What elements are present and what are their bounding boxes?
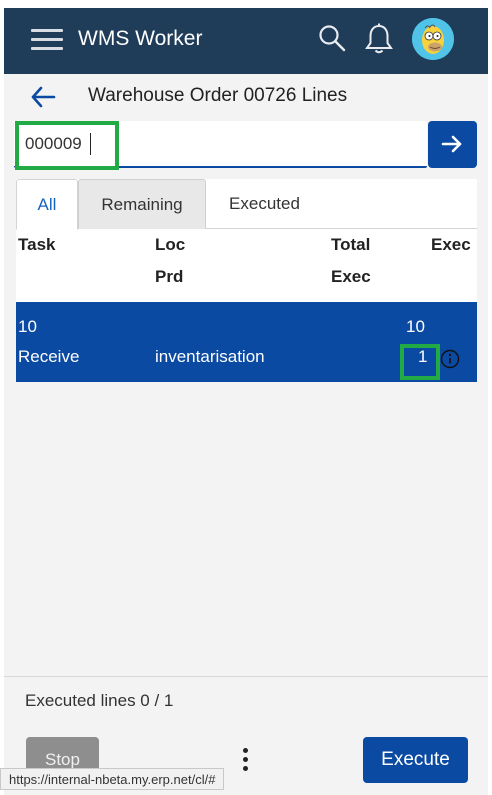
execute-button[interactable]: Execute bbox=[363, 737, 468, 783]
menu-icon[interactable] bbox=[31, 26, 63, 54]
tab-all[interactable]: All bbox=[16, 179, 78, 230]
scan-input[interactable] bbox=[15, 121, 426, 166]
info-icon[interactable] bbox=[440, 349, 460, 369]
row-total: 10 bbox=[406, 317, 425, 336]
header-task: Task bbox=[18, 235, 56, 254]
header-loc: Loc bbox=[155, 235, 186, 254]
table-row[interactable]: 10 Receive inventarisation 10 1 bbox=[16, 302, 477, 382]
tab-bar: Remaining Executed All bbox=[16, 179, 477, 230]
page-title: Warehouse Order 00726 Lines bbox=[88, 85, 348, 106]
app-frame: WMS Worker Warehouse Order 00726 Lines 0… bbox=[4, 8, 488, 795]
header-prd: Prd bbox=[155, 267, 184, 286]
app-bar: WMS Worker bbox=[4, 8, 488, 74]
executed-lines-count: Executed lines 0 / 1 bbox=[25, 691, 174, 710]
app-title: WMS Worker bbox=[78, 27, 203, 50]
row-task: 10 bbox=[18, 317, 37, 336]
row-type: Receive bbox=[18, 347, 80, 366]
avatar[interactable] bbox=[412, 18, 454, 60]
more-options-icon[interactable] bbox=[243, 748, 249, 776]
row-loc: inventarisation bbox=[155, 347, 265, 366]
table-header: Task Loc Prd Total Exec Exec bbox=[16, 230, 477, 302]
search-icon[interactable] bbox=[318, 24, 346, 52]
tab-executed[interactable]: Executed bbox=[206, 179, 323, 229]
lines-panel: Remaining Executed All Task Loc Prd Tota… bbox=[16, 179, 477, 382]
text-caret bbox=[90, 133, 91, 155]
back-arrow-icon[interactable] bbox=[30, 84, 56, 110]
arrow-right-icon bbox=[441, 135, 462, 153]
row-exec[interactable]: 1 bbox=[418, 347, 427, 367]
footer-divider bbox=[4, 676, 488, 677]
bell-icon[interactable] bbox=[364, 23, 394, 55]
tab-remaining[interactable]: Remaining bbox=[78, 179, 206, 229]
header-exec: Exec bbox=[431, 235, 471, 254]
scan-input-wrapper bbox=[14, 121, 427, 168]
header-total: Total bbox=[331, 235, 371, 254]
header-total-exec: Exec bbox=[331, 267, 371, 286]
page-header: Warehouse Order 00726 Lines bbox=[4, 74, 488, 120]
submit-scan-button[interactable] bbox=[428, 121, 477, 168]
status-bar-url: https://internal-nbeta.my.erp.net/cl/# bbox=[0, 768, 225, 790]
